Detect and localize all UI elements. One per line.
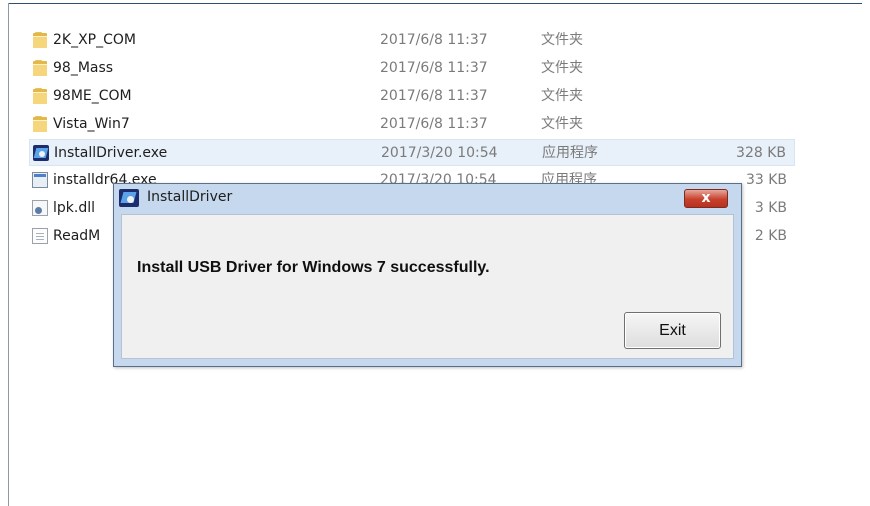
folder-icon xyxy=(32,116,48,132)
file-name: ReadM xyxy=(53,228,101,244)
folder-icon xyxy=(32,88,48,104)
exit-button[interactable]: Exit xyxy=(624,312,721,349)
close-button[interactable]: x xyxy=(684,189,728,208)
file-date: 2017/3/20 10:54 xyxy=(381,145,498,161)
file-size: 2 KB xyxy=(754,228,787,244)
file-size: 3 KB xyxy=(754,200,787,216)
file-row-98-mass[interactable]: 98_Mass 2017/6/8 11:37 文件夹 xyxy=(29,55,795,82)
file-type: 应用程序 xyxy=(542,145,598,161)
dialog-message: Install USB Driver for Windows 7 success… xyxy=(137,259,490,276)
file-date: 2017/6/8 11:37 xyxy=(380,32,488,48)
file-row-98me-com[interactable]: 98ME_COM 2017/6/8 11:37 文件夹 xyxy=(29,83,795,110)
file-date: 2017/6/8 11:37 xyxy=(380,88,488,104)
file-row-2k-xp-com[interactable]: 2K_XP_COM 2017/6/8 11:37 文件夹 xyxy=(29,27,795,54)
install-driver-dialog: InstallDriver x Install USB Driver for W… xyxy=(113,183,742,367)
file-name: 98ME_COM xyxy=(53,88,132,104)
explorer-window-border-left xyxy=(8,3,9,506)
installdriver-app-icon xyxy=(119,189,139,207)
file-type: 文件夹 xyxy=(541,32,583,48)
file-name: 98_Mass xyxy=(53,60,114,76)
file-name: 2K_XP_COM xyxy=(53,32,136,48)
explorer-window-border-top xyxy=(8,3,862,4)
file-name: InstallDriver.exe xyxy=(54,145,168,161)
dialog-titlebar[interactable]: InstallDriver x xyxy=(114,184,741,214)
file-date: 2017/6/8 11:37 xyxy=(380,116,488,132)
folder-icon xyxy=(32,32,48,48)
application-icon xyxy=(32,172,48,188)
dialog-title: InstallDriver xyxy=(147,189,233,205)
file-row-vista-win7[interactable]: Vista_Win7 2017/6/8 11:37 文件夹 xyxy=(29,111,795,138)
installdriver-app-icon xyxy=(33,145,49,161)
dialog-content: Install USB Driver for Windows 7 success… xyxy=(121,214,734,359)
file-row-installdriver-exe[interactable]: InstallDriver.exe 2017/3/20 10:54 应用程序 3… xyxy=(29,139,795,166)
folder-icon xyxy=(32,60,48,76)
text-file-icon xyxy=(32,228,48,244)
file-type: 文件夹 xyxy=(541,116,583,132)
file-date: 2017/6/8 11:37 xyxy=(380,60,488,76)
dll-icon xyxy=(32,200,48,216)
file-name: lpk.dll xyxy=(53,200,95,216)
file-type: 文件夹 xyxy=(541,88,583,104)
file-type: 文件夹 xyxy=(541,60,583,76)
file-name: Vista_Win7 xyxy=(53,116,130,132)
file-size: 328 KB xyxy=(736,145,786,161)
file-size: 33 KB xyxy=(745,172,787,188)
